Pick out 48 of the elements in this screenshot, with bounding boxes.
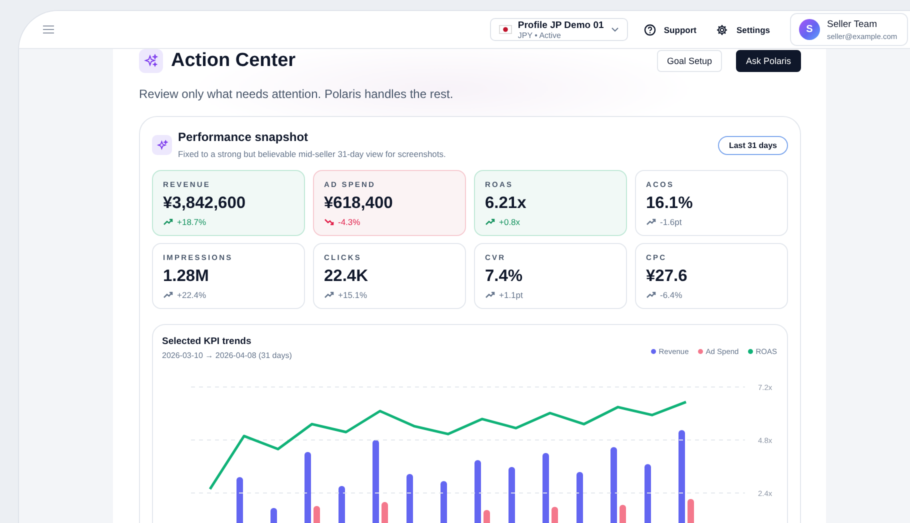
menu-icon [43,25,54,34]
date-range-button[interactable]: Last 31 days [718,136,788,155]
profile-status: JPY • Active [518,30,562,40]
page-subtitle: Review only what needs attention. Polaris handles the rest. [139,87,454,101]
settings-link[interactable]: Settings [716,24,770,36]
chart-title: Selected KPI trends [162,336,252,347]
goal-setup-button[interactable]: Goal Setup [656,50,722,72]
trend-up-icon [163,218,173,226]
help-icon [644,24,656,36]
kpi-value: ¥618,400 [324,194,394,213]
section-subtitle: Fixed to a strong but believable mid-seller 31-day view for screenshots. [178,149,446,159]
kpi-value: 22.4K [324,267,370,286]
japan-flag-icon [498,25,512,34]
trend-up-icon [646,291,656,299]
profile-name: Profile JP Demo 01 [518,20,605,30]
kpi-delta: -6.4% [660,290,682,300]
kpi-value: 6.21x [485,194,528,213]
kpi-delta: +15.1% [338,290,368,300]
kpi-value: ¥3,842,600 [163,194,247,213]
kpi-value: ¥27.6 [646,267,688,286]
kpi-delta: +18.7% [177,217,206,227]
kpi-delta: +0.8x [499,217,520,227]
trend-up-icon [163,291,173,299]
settings-icon [716,24,728,36]
support-link[interactable]: Support [644,24,696,36]
user-avatar: S [799,19,820,40]
kpi-delta: +1.1pt [499,290,523,300]
profile-selector[interactable]: Profile JP Demo 01 JPY • Active [490,18,628,41]
sparkle-icon [144,54,158,68]
trend-down-icon [324,218,334,226]
kpi-value: 7.4% [485,267,524,286]
kpi-delta: -1.6pt [660,217,682,227]
trend-up-icon [485,291,495,299]
kpi-delta: -4.3% [338,217,360,227]
chevron-down-icon [610,27,619,32]
user-name: Seller Team [827,18,878,30]
page-title: Action Center [171,50,297,72]
section-title: Performance snapshot [178,130,310,144]
trend-up-icon [324,291,334,299]
kpi-value: 1.28M [163,267,210,286]
sparkle-icon [156,140,168,150]
menu-button[interactable] [43,25,54,34]
kpi-value: 16.1% [646,194,694,213]
trend-up-icon [646,218,656,226]
ask-button[interactable]: Ask Polaris [736,50,801,72]
trend-up-icon [485,218,495,226]
chart-date-range: 2026-03-10 → 2026-04-08 (31 days) [162,351,292,360]
kpi-delta: +22.4% [177,290,206,300]
